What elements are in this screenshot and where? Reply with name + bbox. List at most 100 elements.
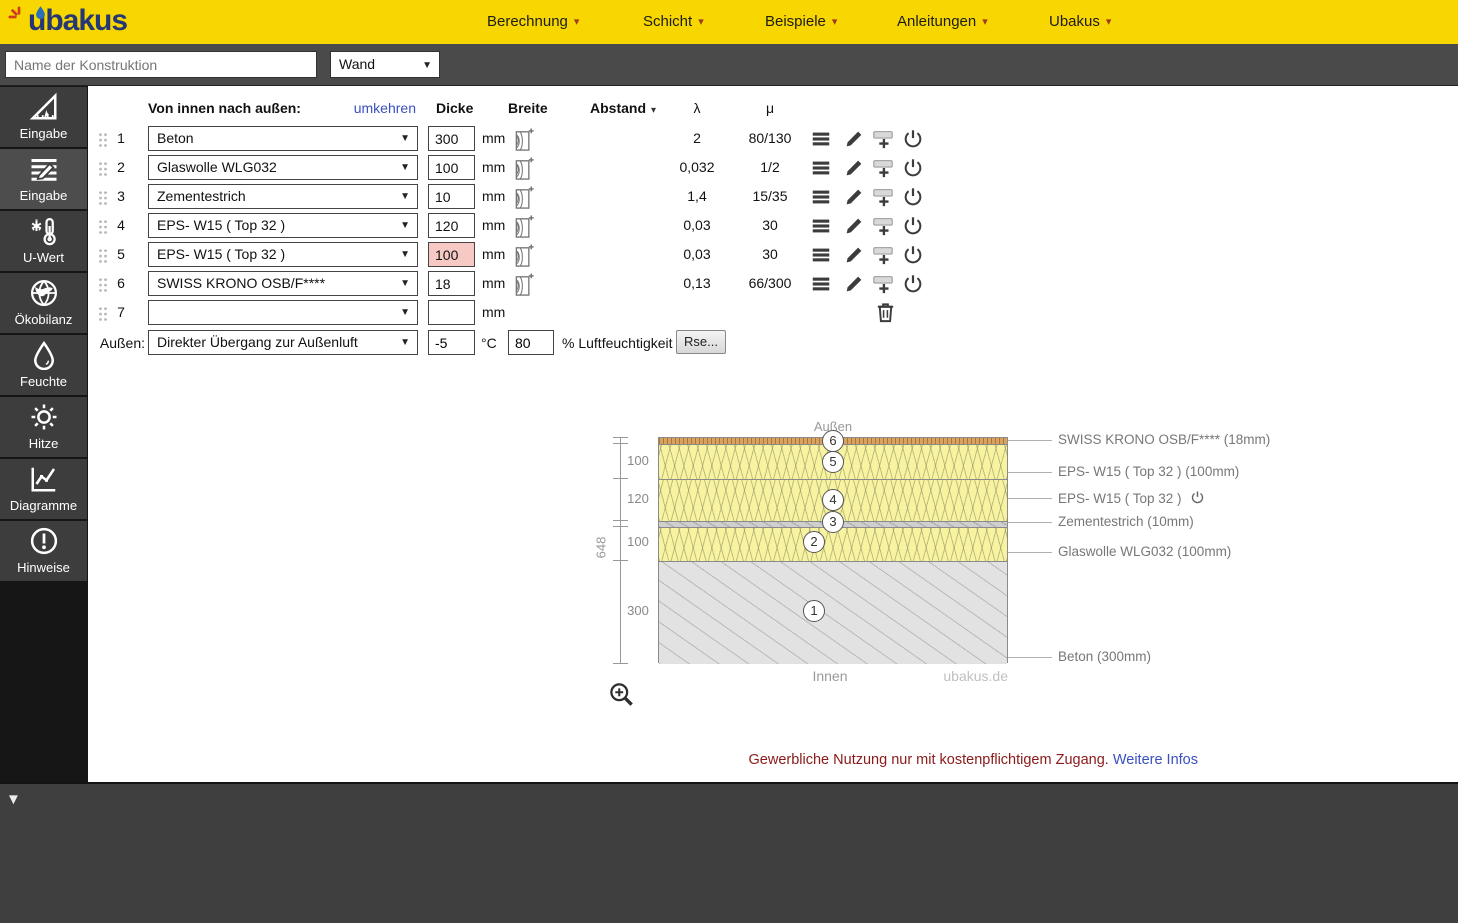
edit-layer-icon[interactable] <box>843 186 865 208</box>
menu-schicht[interactable]: Schicht <box>643 13 704 30</box>
material-select[interactable]: EPS- W15 ( Top 32 ) <box>148 213 418 238</box>
col-header-abstand[interactable]: Abstand <box>590 100 656 116</box>
drag-handle[interactable] <box>98 132 108 148</box>
warning-circle-icon <box>29 526 59 556</box>
layer-beton[interactable] <box>659 561 1007 664</box>
edit-layer-icon[interactable] <box>843 215 865 237</box>
callout-eps-off: EPS- W15 ( Top 32 ) <box>1058 490 1205 506</box>
line-chart-icon <box>29 464 59 494</box>
collapse-results-icon[interactable]: ▼ <box>6 791 21 808</box>
layer-row-3: 3 Zementestrich mm 1,4 15/35 <box>96 183 956 212</box>
reverse-link[interactable]: umkehren <box>351 100 416 116</box>
toggle-layer-icon[interactable] <box>902 244 924 266</box>
insert-layer-icon[interactable] <box>872 157 894 179</box>
insert-layer-icon[interactable] <box>872 215 894 237</box>
material-select[interactable]: Zementestrich <box>148 184 418 209</box>
layer-menu-icon[interactable] <box>810 215 832 237</box>
menu-beispiele[interactable]: Beispiele <box>765 13 837 30</box>
delete-layer-icon[interactable] <box>874 301 897 324</box>
layer-marker-6[interactable]: 6 <box>822 430 844 452</box>
insert-layer-icon[interactable] <box>872 128 894 150</box>
drag-handle[interactable] <box>98 248 108 264</box>
layer-marker-4[interactable]: 4 <box>822 489 844 511</box>
watermark: ubakus.de <box>908 668 1008 684</box>
width-add-icon[interactable] <box>515 185 535 210</box>
col-header-dicke: Dicke <box>436 100 473 116</box>
edit-layer-icon[interactable] <box>843 273 865 295</box>
toggle-layer-icon[interactable] <box>902 128 924 150</box>
sidebar-item-diagramme[interactable]: Diagramme <box>0 459 87 519</box>
sidebar-item-hinweise[interactable]: Hinweise <box>0 521 87 581</box>
thickness-input[interactable] <box>428 155 475 180</box>
layer-menu-icon[interactable] <box>810 157 832 179</box>
sidebar-item-hitze[interactable]: Hitze <box>0 397 87 457</box>
weitere-infos-link[interactable]: Weitere Infos <box>1113 752 1198 768</box>
sidebar-item-eingabe-geometrie[interactable]: Eingabe <box>0 87 87 147</box>
insert-layer-icon[interactable] <box>872 244 894 266</box>
layer-menu-icon[interactable] <box>810 128 832 150</box>
drag-handle[interactable] <box>98 161 108 177</box>
layer-menu-icon[interactable] <box>810 273 832 295</box>
width-add-icon[interactable] <box>515 272 535 297</box>
rse-button[interactable]: Rse... <box>676 330 726 354</box>
outside-boundary-row: Außen: Direkter Übergang zur Außenluft °… <box>96 329 956 358</box>
layer-menu-icon[interactable] <box>810 186 832 208</box>
thickness-input[interactable] <box>428 213 475 238</box>
col-header-breite: Breite <box>508 100 548 116</box>
drag-handle[interactable] <box>98 306 108 322</box>
edit-layer-icon[interactable] <box>843 157 865 179</box>
sidebar-item-eingabe-schichten[interactable]: Eingabe <box>0 149 87 209</box>
construction-type-select[interactable]: Wand <box>330 51 440 78</box>
width-add-icon[interactable] <box>515 243 535 268</box>
layer-marker-5[interactable]: 5 <box>822 451 844 473</box>
material-select[interactable]: Glaswolle WLG032 <box>148 155 418 180</box>
drag-handle[interactable] <box>98 190 108 206</box>
layer-marker-2[interactable]: 2 <box>803 531 825 553</box>
layer-menu-icon[interactable] <box>810 244 832 266</box>
menu-ubakus[interactable]: Ubakus <box>1049 13 1111 30</box>
thickness-input[interactable] <box>428 126 475 151</box>
thickness-input[interactable] <box>428 271 475 296</box>
toggle-layer-icon[interactable] <box>902 186 924 208</box>
thickness-input[interactable] <box>428 184 475 209</box>
sidebar-item-u-wert[interactable]: U-Wert <box>0 211 87 271</box>
row-number: 3 <box>112 188 130 204</box>
diagram-inside-label: Innen <box>780 668 880 684</box>
main-menubar: ubakus Berechnung Schicht Beispiele Anle… <box>0 0 1458 44</box>
col-header-lambda: λ <box>652 100 742 116</box>
construction-name-input[interactable] <box>5 51 317 78</box>
sidebar-item-oekobilanz[interactable]: Ökobilanz <box>0 273 87 333</box>
material-select-empty[interactable] <box>148 300 418 325</box>
menu-anleitungen[interactable]: Anleitungen <box>897 13 988 30</box>
layer-marker-3[interactable]: 3 <box>822 511 844 533</box>
ubakus-logo[interactable]: ubakus <box>10 4 170 42</box>
outside-humidity-input[interactable] <box>508 330 554 355</box>
insert-layer-icon[interactable] <box>872 186 894 208</box>
sidebar-item-feuchte[interactable]: Feuchte <box>0 335 87 395</box>
zoom-in-icon[interactable] <box>608 681 635 708</box>
width-add-icon[interactable] <box>515 156 535 181</box>
toggle-layer-icon[interactable] <box>902 157 924 179</box>
material-select[interactable]: Beton <box>148 126 418 151</box>
width-add-icon[interactable] <box>515 127 535 152</box>
toggle-layer-icon[interactable] <box>902 273 924 295</box>
drag-handle[interactable] <box>98 219 108 235</box>
thickness-input-empty[interactable] <box>428 300 475 325</box>
menu-berechnung[interactable]: Berechnung <box>487 13 579 30</box>
edit-layer-icon[interactable] <box>843 128 865 150</box>
edit-layer-icon[interactable] <box>843 244 865 266</box>
geometry-ruler-icon <box>29 92 59 122</box>
toggle-layer-icon[interactable] <box>902 215 924 237</box>
outside-condition-select[interactable]: Direkter Übergang zur Außenluft <box>148 330 418 355</box>
outside-temperature-input[interactable] <box>428 330 475 355</box>
thickness-input-warning[interactable] <box>428 242 475 267</box>
insert-layer-icon[interactable] <box>872 273 894 295</box>
material-select[interactable]: EPS- W15 ( Top 32 ) <box>148 242 418 267</box>
material-select[interactable]: SWISS KRONO OSB/F**** <box>148 271 418 296</box>
toolbar: Wand <box>0 44 1458 86</box>
drag-handle[interactable] <box>98 277 108 293</box>
enable-layer-power-icon[interactable] <box>1190 490 1205 505</box>
layer-marker-1[interactable]: 1 <box>803 600 825 622</box>
width-add-icon[interactable] <box>515 214 535 239</box>
layer-row-6: 6 SWISS KRONO OSB/F**** mm 0,13 66/300 <box>96 270 956 299</box>
